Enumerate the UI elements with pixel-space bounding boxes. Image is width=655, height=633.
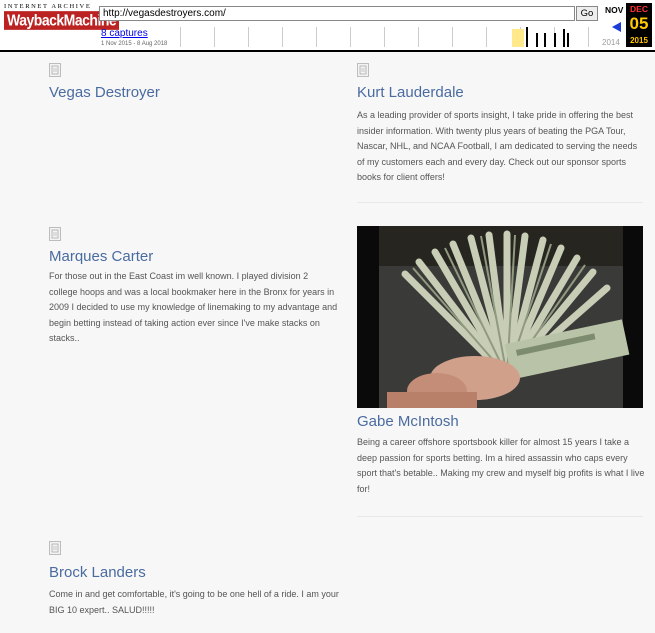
go-button[interactable]: Go	[576, 6, 598, 21]
current-month: DEC	[630, 4, 648, 14]
card-divider	[357, 202, 643, 203]
current-year: 2015	[630, 36, 648, 45]
prev-year-label[interactable]: 2014	[602, 38, 620, 47]
handicapper-name[interactable]: Brock Landers	[49, 564, 146, 581]
logo-internet-archive-text: INTERNET ARCHIVE	[4, 3, 92, 10]
card-divider	[357, 516, 643, 517]
current-day: 05	[629, 14, 649, 33]
capture-sparkline[interactable]	[180, 27, 598, 47]
prev-month-label[interactable]: NOV	[605, 5, 623, 15]
profile-image-placeholder-icon	[357, 63, 369, 77]
profile-image-placeholder-icon	[49, 227, 61, 241]
handicapper-name[interactable]: Vegas Destroyer	[49, 84, 160, 101]
handicapper-name[interactable]: Marques Carter	[49, 248, 153, 265]
handicapper-bio: As a leading provider of sports insight,…	[357, 110, 638, 182]
captures-date-range: 1 Nov 2015 - 8 Aug 2018	[101, 41, 168, 47]
profile-image-placeholder-icon	[49, 63, 61, 77]
handicapper-bio: Come in and get comfortable, it's going …	[49, 589, 339, 615]
current-capture-date: DEC 05 2015	[626, 3, 652, 47]
prev-capture-arrow-icon[interactable]	[612, 22, 621, 32]
url-input[interactable]: http://vegasdestroyers.com/	[99, 6, 575, 21]
captures-link[interactable]: 8 captures	[101, 28, 148, 39]
wayback-logo[interactable]: INTERNET ARCHIVE WaybackMachine	[4, 3, 120, 43]
handicapper-name[interactable]: Gabe McIntosh	[357, 413, 459, 430]
wayback-toolbar: INTERNET ARCHIVE WaybackMachine http://v…	[0, 0, 655, 52]
profile-image-placeholder-icon	[49, 541, 61, 555]
handicapper-bio: Being a career offshore sportsbook kille…	[357, 437, 645, 494]
handicapper-name[interactable]: Kurt Lauderdale	[357, 84, 464, 101]
handicapper-bio: For those out in the East Coast im well …	[49, 271, 338, 343]
handicapper-photo-cash-fan[interactable]	[357, 226, 643, 408]
